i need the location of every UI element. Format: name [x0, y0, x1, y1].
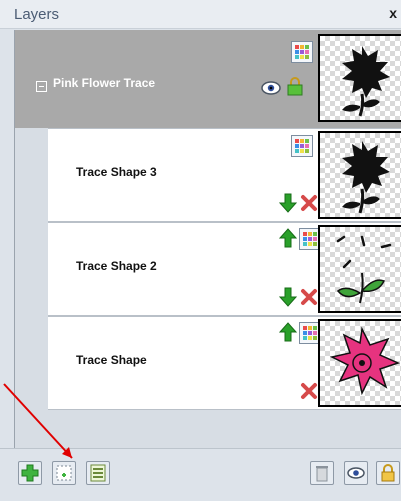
flower-stem-icon — [336, 235, 392, 304]
eye-icon[interactable] — [261, 78, 281, 98]
visibility-icon — [347, 467, 365, 479]
flower-silhouette-icon — [342, 141, 390, 214]
annotation-arrow — [3, 383, 73, 459]
layer-thumbnail — [318, 319, 401, 407]
pink-flower-icon — [329, 326, 401, 396]
lock-layer-button[interactable] — [376, 461, 400, 485]
move-down-icon[interactable] — [278, 193, 298, 213]
layer-thumbnail — [318, 225, 401, 313]
layer-group-pink-flower-trace[interactable]: Pink Flower Trace — [15, 30, 401, 128]
layer-thumbnail — [318, 131, 401, 219]
move-down-icon[interactable] — [278, 287, 298, 307]
group-thumbnail — [318, 34, 401, 122]
move-up-icon[interactable] — [278, 322, 298, 342]
move-up-icon[interactable] — [278, 228, 298, 248]
panel-title: Layers — [14, 6, 60, 23]
layer-label: Trace Shape 3 — [76, 165, 157, 179]
delete-icon[interactable] — [299, 193, 319, 213]
layer-label: Trace Shape 2 — [76, 259, 157, 273]
lock-layer-icon — [381, 464, 395, 482]
color-grid-icon[interactable] — [291, 41, 313, 63]
trash-icon — [316, 466, 328, 482]
delete-icon[interactable] — [299, 381, 319, 401]
collapse-toggle[interactable] — [36, 81, 47, 92]
layer-row-trace-shape[interactable]: Trace Shape — [48, 316, 401, 410]
visibility-button[interactable] — [344, 461, 368, 485]
layer-row-trace-shape-2[interactable]: Trace Shape 2 — [48, 222, 401, 316]
trash-button[interactable] — [310, 461, 334, 485]
lock-icon[interactable] — [285, 76, 305, 96]
panel-titlebar: Layers x — [0, 0, 401, 29]
layer-properties-icon — [90, 464, 106, 482]
delete-icon[interactable] — [299, 287, 319, 307]
flower-silhouette-icon — [342, 46, 390, 117]
color-grid-icon[interactable] — [291, 135, 313, 157]
layer-label: Trace Shape — [76, 353, 147, 367]
layers-panel: Layers x Pink Flower Trace Trace Shape 3… — [0, 0, 401, 501]
close-button[interactable]: x — [389, 5, 397, 21]
layer-row-trace-shape-3[interactable]: Trace Shape 3 — [48, 128, 401, 222]
group-label: Pink Flower Trace — [53, 76, 156, 90]
